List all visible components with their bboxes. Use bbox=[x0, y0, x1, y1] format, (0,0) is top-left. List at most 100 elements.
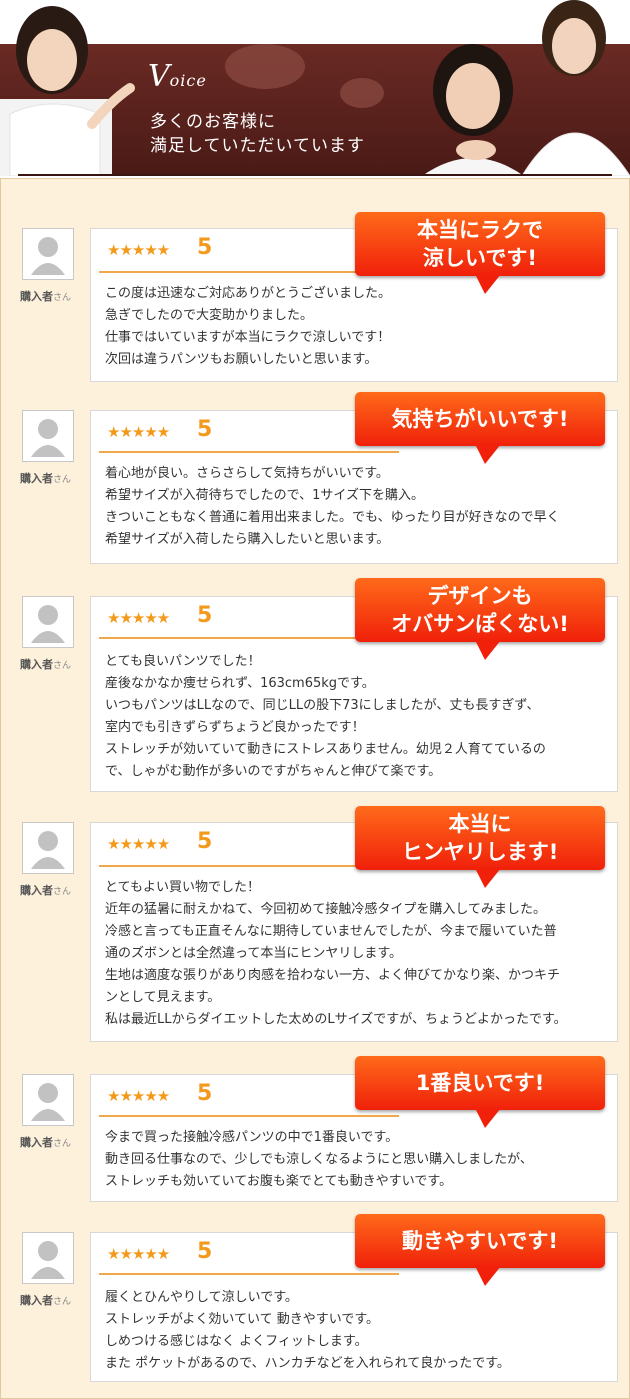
callout-tail bbox=[475, 640, 501, 660]
buyer-label: 購入者さん bbox=[20, 656, 71, 672]
buyer-suffix: さん bbox=[53, 1139, 72, 1149]
callout-line: オバサンぽくない! bbox=[391, 612, 569, 636]
customer-photo-center bbox=[422, 44, 524, 176]
callout-line: デザインも bbox=[427, 584, 533, 608]
review-text: 履くとひんやりして涼しいです。 ストレッチがよく効いていて 動きやすいです。 しめつ… bbox=[105, 1287, 510, 1375]
callout-line: 動きやすいです! bbox=[402, 1229, 558, 1253]
speech-bubble-decoration bbox=[225, 44, 305, 89]
review-line: 今まで買った接触冷感パンツの中で1番良いです。 bbox=[105, 1130, 399, 1145]
review-line: 希望サイズが入荷したら購入したいと思います。 bbox=[105, 532, 390, 547]
review-line: 私は最近LLからダイエットした太めのLサイズですが、ちょうどよかったです。 bbox=[105, 1012, 567, 1027]
review-line: 急ぎでしたので大変助かりました。 bbox=[105, 308, 314, 323]
review-line: ストレッチも効いていてお腹も楽でとても動きやすいです。 bbox=[105, 1174, 453, 1189]
star-rating-icon: ★★★★★ bbox=[107, 1245, 170, 1263]
review-line: また ポケットがあるので、ハンカチなどを入れられて良かったです。 bbox=[105, 1356, 510, 1371]
headline-callout: 本当にヒンヤリします! bbox=[355, 806, 605, 888]
buyer-label: 購入者さん bbox=[20, 1134, 71, 1150]
review-text: 着心地が良い。さらさらして気持ちがいいです。希望サイズが入荷待ちでしたので、1サ… bbox=[105, 463, 560, 551]
user-avatar-icon bbox=[22, 1232, 74, 1284]
buyer-name: 購入者 bbox=[20, 1136, 53, 1149]
voice-title: Voice bbox=[148, 59, 207, 94]
rating-score: 5 bbox=[197, 829, 213, 854]
rating-score: 5 bbox=[197, 1239, 213, 1264]
review-line: 次回は違うパンツもお願いしたいと思います。 bbox=[105, 352, 378, 367]
review-line: いつもパンツはLLなので、同じLLの股下73にしましたが、丈も長すぎず、 bbox=[105, 698, 540, 713]
user-avatar-icon bbox=[22, 1074, 74, 1126]
rating-score: 5 bbox=[197, 235, 213, 260]
review-line: 産後なかなか痩せられず、163cm65kgです。 bbox=[105, 676, 375, 691]
buyer-suffix: さん bbox=[53, 293, 72, 303]
review-line: 冷感と言っても正直そんなに期待していませんでしたが、今まで履いていた普 bbox=[105, 924, 557, 939]
review-line: 着心地が良い。さらさらして気持ちがいいです。 bbox=[105, 466, 389, 481]
review-line: 仕事ではいていますが本当にラクで涼しいです！ bbox=[105, 330, 391, 345]
star-rating-icon: ★★★★★ bbox=[107, 423, 170, 441]
review-text: とてもよい買い物でした！ 近年の猛暑に耐えかねて、今回初めて接触冷感タイプを購入し… bbox=[105, 877, 567, 1031]
review-line: で、しゃがむ動作が多いのですがちゃんと伸びて楽です。 bbox=[105, 764, 442, 779]
star-rating-icon: ★★★★★ bbox=[107, 835, 170, 853]
customer-photo-right bbox=[522, 0, 630, 176]
rating-divider bbox=[99, 865, 399, 867]
buyer-name: 購入者 bbox=[20, 884, 53, 897]
review-line: 室内でも引きずらずちょうど良かったです！ bbox=[105, 720, 365, 735]
buyer-label: 購入者さん bbox=[20, 288, 71, 304]
callout-tail bbox=[475, 868, 501, 888]
callout-tail bbox=[475, 1108, 501, 1128]
buyer-suffix: さん bbox=[53, 1297, 72, 1307]
buyer-suffix: さん bbox=[53, 887, 72, 897]
review-line: 希望サイズが入荷待ちでしたので、1サイズ下を購入。 bbox=[105, 488, 424, 503]
buyer-label: 購入者さん bbox=[20, 470, 71, 486]
review-line: この度は迅速なご対応ありがとうございました。 bbox=[105, 286, 392, 301]
review-line: きついこともなく普通に着用出来ました。でも、ゆったり目が好きなので早く bbox=[105, 510, 560, 525]
buyer-label: 購入者さん bbox=[20, 1292, 71, 1308]
voice-header: Voice 多くのお客様に 満足していただいています bbox=[0, 0, 630, 178]
user-avatar-icon bbox=[22, 410, 74, 462]
callout-tail bbox=[475, 444, 501, 464]
review-text: とても良いパンツでした！ 産後なかなか痩せられず、163cm65kgです。 いつもパ… bbox=[105, 651, 546, 783]
subtitle-line: 満足していただいています bbox=[150, 136, 365, 156]
callout-tail bbox=[475, 1266, 501, 1286]
user-avatar-icon bbox=[22, 822, 74, 874]
callout-line: 1番良いです! bbox=[415, 1071, 545, 1095]
callout-line: ヒンヤリします! bbox=[401, 840, 559, 864]
buyer-name: 購入者 bbox=[20, 658, 53, 671]
review-text: この度は迅速なご対応ありがとうございました。 急ぎでしたので大変助かりました。仕事… bbox=[105, 283, 391, 371]
callout-line: 本当に bbox=[448, 812, 512, 836]
headline-callout: デザインもオバサンぽくない! bbox=[355, 578, 605, 660]
subtitle-line: 多くのお客様に bbox=[150, 112, 276, 132]
banner-divider bbox=[18, 174, 612, 176]
review-line: しめつける感じはなく よくフィットします。 bbox=[105, 1334, 368, 1349]
rating-divider bbox=[99, 1273, 399, 1275]
buyer-suffix: さん bbox=[53, 661, 72, 671]
rating-divider bbox=[99, 1115, 399, 1117]
rating-divider bbox=[99, 637, 399, 639]
headline-callout: 1番良いです! bbox=[355, 1056, 605, 1128]
review-line: 通のズボンとは全然違って本当にヒンヤリします。 bbox=[105, 946, 403, 961]
callout-line: 本当にラクで bbox=[417, 218, 543, 242]
rating-divider bbox=[99, 271, 399, 273]
star-rating-icon: ★★★★★ bbox=[107, 609, 170, 627]
rating-divider bbox=[99, 451, 399, 453]
callout-line: 涼しいです! bbox=[423, 246, 537, 270]
callout-line: 気持ちがいいです! bbox=[391, 407, 569, 431]
buyer-name: 購入者 bbox=[20, 1294, 53, 1307]
buyer-name: 購入者 bbox=[20, 290, 53, 303]
headline-callout: 本当にラクで 涼しいです! bbox=[355, 212, 605, 294]
headline-callout: 動きやすいです! bbox=[355, 1214, 605, 1286]
review-line: ンとして見えます。 bbox=[105, 990, 221, 1005]
buyer-label: 購入者さん bbox=[20, 882, 71, 898]
buyer-suffix: さん bbox=[53, 475, 72, 485]
review-line: 動き回る仕事なので、少しでも涼しくなるようにと思い購入しましたが、 bbox=[105, 1152, 533, 1167]
review-line: 近年の猛暑に耐えかねて、今回初めて接触冷感タイプを購入してみました。 bbox=[105, 902, 546, 917]
speech-bubble-decoration bbox=[340, 78, 384, 108]
customer-photo-left bbox=[0, 6, 135, 176]
callout-tail bbox=[475, 274, 501, 294]
review-text: 今まで買った接触冷感パンツの中で1番良いです。動き回る仕事なので、少しでも涼しく… bbox=[105, 1127, 533, 1193]
review-line: ストレッチが効いていて動きにストレスありません。幼児２人育てているの bbox=[105, 742, 546, 757]
review-line: 生地は適度な張りがあり肉感を拾わない一方、よく伸びてかなり楽、かつキチ bbox=[105, 968, 561, 983]
voice-subtitle: 多くのお客様に 満足していただいています bbox=[150, 110, 365, 158]
star-rating-icon: ★★★★★ bbox=[107, 1087, 170, 1105]
review-line: 履くとひんやりして涼しいです。 bbox=[105, 1290, 298, 1305]
rating-score: 5 bbox=[197, 417, 213, 442]
rating-score: 5 bbox=[197, 603, 213, 628]
star-rating-icon: ★★★★★ bbox=[107, 241, 170, 259]
